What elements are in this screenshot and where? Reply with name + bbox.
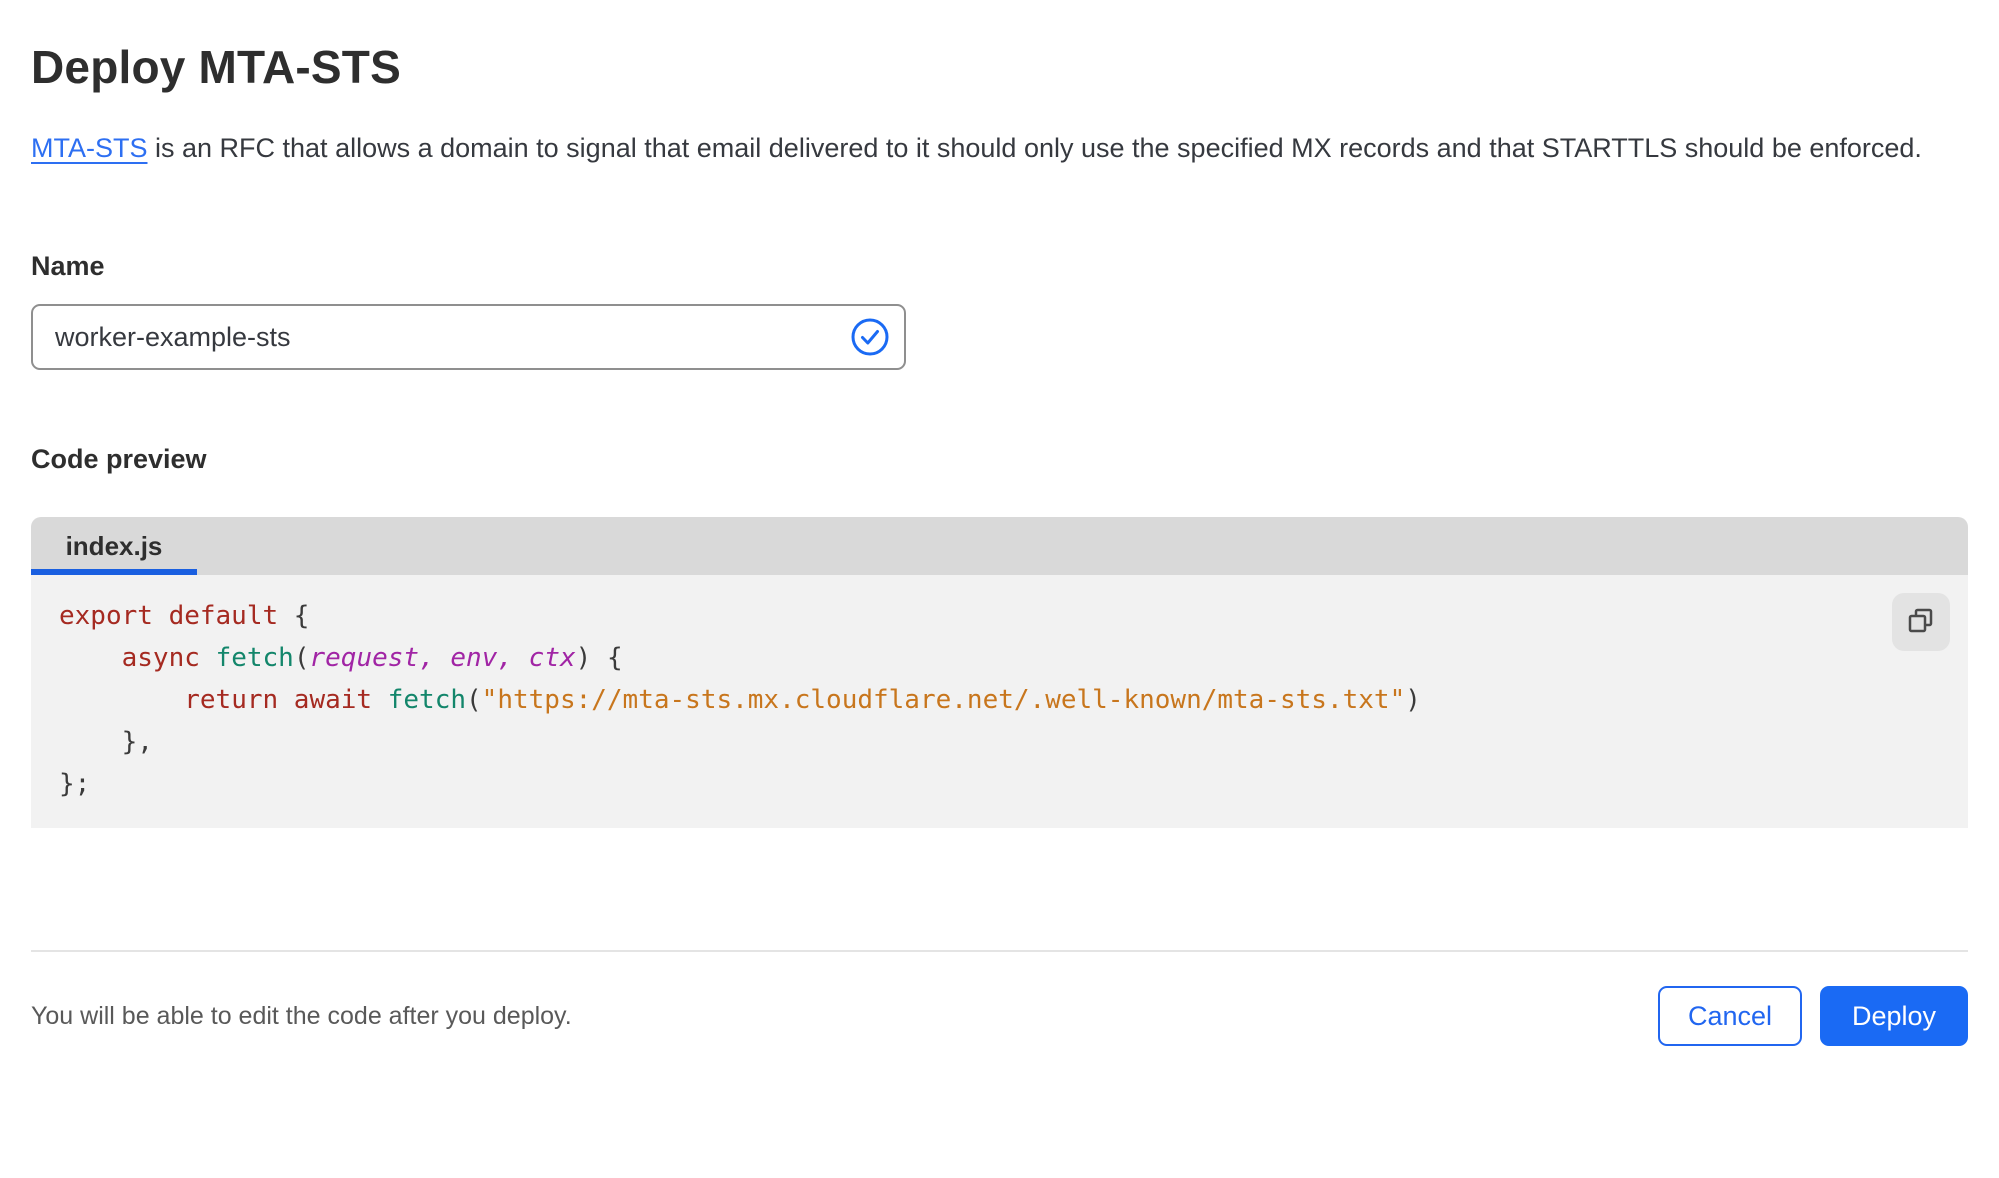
name-label: Name: [31, 251, 105, 281]
name-input[interactable]: [31, 304, 906, 370]
copy-icon: [1905, 605, 1937, 640]
copy-code-button[interactable]: [1892, 593, 1950, 651]
footer-actions: Cancel Deploy: [1658, 986, 1968, 1046]
code-line: },: [59, 727, 153, 757]
description-text: MTA-STS is an RFC that allows a domain t…: [31, 126, 1941, 171]
code-line: };: [59, 769, 91, 799]
code-editor-area: export default { async fetch(request, en…: [31, 575, 1968, 828]
code-line: return await fetch("https://mta-sts.mx.c…: [184, 685, 1421, 715]
check-circle-icon: [850, 317, 890, 357]
mta-sts-link[interactable]: MTA-STS: [31, 133, 148, 163]
footer-note: You will be able to edit the code after …: [31, 1001, 572, 1030]
footer-bar: You will be able to edit the code after …: [31, 952, 1968, 1080]
description-body: is an RFC that allows a domain to signal…: [147, 133, 1922, 163]
tab-index-js[interactable]: index.js: [31, 517, 197, 575]
code-block: export default { async fetch(request, en…: [59, 595, 1968, 805]
deploy-mta-sts-page: Deploy MTA-STS MTA-STS is an RFC that al…: [0, 40, 1999, 1178]
code-preview-panel: index.js export default { async fetch(re…: [31, 517, 1968, 828]
code-tab-bar: index.js: [31, 517, 1968, 575]
code-line: async fetch(request, env, ctx) {: [121, 643, 623, 673]
page-title: Deploy MTA-STS: [31, 41, 401, 93]
tab-label: index.js: [65, 530, 163, 561]
code-line: export default {: [59, 601, 310, 631]
deploy-button[interactable]: Deploy: [1820, 986, 1968, 1046]
code-preview-label: Code preview: [31, 444, 207, 474]
name-input-wrap: [31, 304, 906, 370]
cancel-button[interactable]: Cancel: [1658, 986, 1802, 1046]
